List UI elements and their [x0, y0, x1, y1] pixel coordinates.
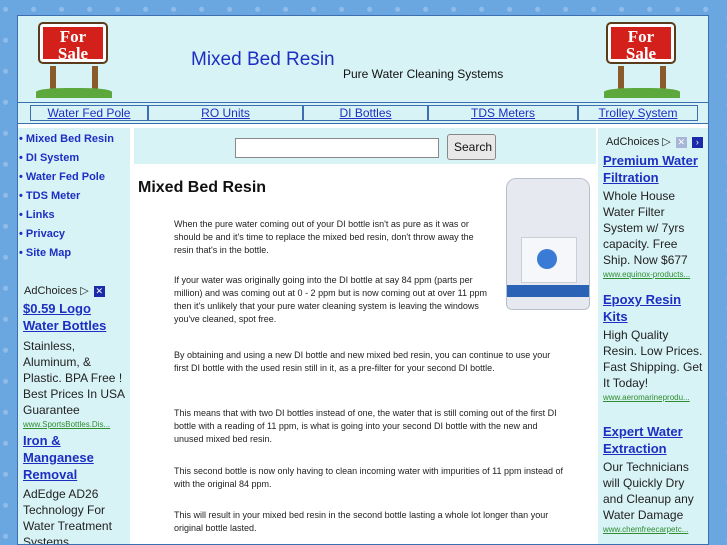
adchoices-icon: ▷	[80, 285, 89, 297]
ad-body: Stainless, Aluminum, & Plastic. BPA Free…	[23, 339, 125, 417]
ad-close-icon[interactable]: ✕	[93, 285, 105, 297]
ad-title[interactable]: Iron & Manganese Removal	[23, 432, 127, 483]
adchoices-text: AdChoices	[24, 285, 78, 297]
adchoices-label[interactable]: AdChoices ▷ ✕ ›	[606, 135, 703, 148]
site-subtitle: Pure Water Cleaning Systems	[343, 67, 504, 81]
ad-title[interactable]: $0.59 Logo Water Bottles	[23, 300, 127, 334]
adchoices-icon: ▷	[662, 136, 671, 148]
topnav-di-bottles[interactable]: DI Bottles	[303, 105, 428, 121]
ad-body: Our Technicians will Quickly Dry and Cle…	[603, 460, 694, 522]
resin-bag-image	[498, 174, 596, 316]
ad-title[interactable]: Premium Water Filtration	[603, 152, 707, 186]
right-sidebar: AdChoices ▷ ✕ › Premium Water Filtration…	[598, 128, 708, 544]
ad-next-icon[interactable]: ›	[691, 136, 703, 148]
ad-body: Whole House Water Filter System w/ 7yrs …	[603, 189, 688, 267]
search-button[interactable]: Search	[447, 134, 496, 160]
sidebar-item-water-fed-pole[interactable]: • Water Fed Pole	[19, 171, 105, 183]
article-paragraph: This will result in your mixed bed resin…	[174, 510, 549, 533]
ad-body: High Quality Resin. Low Prices. Fast Shi…	[603, 328, 703, 390]
ad-url[interactable]: www.SportsBottles.Dis...	[23, 420, 110, 429]
sidebar-item-site-map[interactable]: • Site Map	[19, 247, 71, 259]
sidebar-item-mixed-bed-resin[interactable]: • Mixed Bed Resin	[19, 133, 114, 145]
page-frame: For Sale Mixed Bed Resin Pure Water Clea…	[17, 15, 709, 545]
search-input[interactable]	[235, 138, 439, 158]
site-header: For Sale Mixed Bed Resin Pure Water Clea…	[18, 16, 708, 103]
page-heading: Mixed Bed Resin	[138, 179, 267, 196]
top-nav: Water Fed Pole RO Units DI Bottles TDS M…	[18, 103, 708, 124]
ad-url[interactable]: www.chemfreecarpetc...	[603, 525, 688, 534]
article-paragraph: This means that with two DI bottles inst…	[174, 408, 557, 444]
adchoices-label[interactable]: AdChoices ▷ ✕	[24, 284, 105, 297]
topnav-tds-meters[interactable]: TDS Meters	[428, 105, 578, 121]
topnav-trolley-system[interactable]: Trolley System	[578, 105, 698, 121]
for-sale-sign-left: For Sale	[36, 22, 112, 98]
ad-close-icon[interactable]: ✕	[675, 136, 687, 148]
sidebar-item-tds-meter[interactable]: • TDS Meter	[19, 190, 80, 202]
ad-title[interactable]: Expert Water Extraction	[603, 423, 707, 457]
article-paragraph: If your water was originally going into …	[174, 275, 487, 324]
search-bar: Search	[134, 128, 596, 164]
for-sale-sign-text: For Sale	[40, 24, 106, 62]
for-sale-sign-text: For Sale	[608, 24, 674, 62]
sidebar-item-di-system[interactable]: • DI System	[19, 152, 79, 164]
left-sidebar: • Mixed Bed Resin • DI System • Water Fe…	[18, 128, 130, 545]
sidebar-item-privacy[interactable]: • Privacy	[19, 228, 65, 240]
article-paragraph: This second bottle is now only having to…	[174, 466, 564, 489]
resin-bag-icon	[506, 178, 590, 310]
ad-title[interactable]: Epoxy Resin Kits	[603, 291, 707, 325]
article-paragraph: By obtaining and using a new DI bottle a…	[174, 350, 551, 373]
ad-url[interactable]: www.equinox-products...	[603, 270, 690, 279]
main-content: Search Mixed Bed Resin When the pure wat…	[134, 128, 596, 544]
sidebar-item-links[interactable]: • Links	[19, 209, 55, 221]
adchoices-text: AdChoices	[606, 136, 660, 148]
site-title: Mixed Bed Resin	[191, 49, 335, 70]
ad-url[interactable]: www.aeromarineprodu...	[603, 393, 690, 402]
for-sale-sign-right: For Sale	[604, 22, 680, 98]
ad-body: AdEdge AD26 Technology For Water Treatme…	[23, 487, 112, 545]
topnav-water-fed-pole[interactable]: Water Fed Pole	[30, 105, 148, 121]
article-paragraph: When the pure water coming out of your D…	[174, 219, 474, 255]
topnav-ro-units[interactable]: RO Units	[148, 105, 303, 121]
